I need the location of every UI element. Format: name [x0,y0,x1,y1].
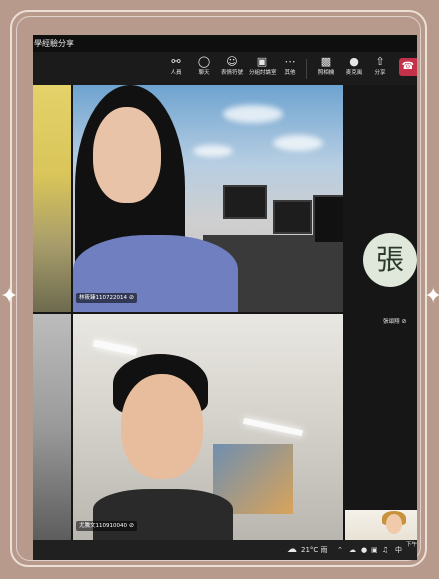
mic-icon: ● [349,55,359,68]
self-preview[interactable] [345,510,417,540]
face-shape [121,374,203,479]
video-tile-participant-1[interactable]: 林筱臻110722014 ⊘ [73,85,343,312]
share-button[interactable]: ⇧ 分享 [367,55,393,77]
mic-off-icon: ⊘ [401,318,407,325]
more-button[interactable]: ⋯ 其他 [277,55,303,77]
face-shape [386,514,402,534]
people-icon: ⚯ [171,55,181,68]
cloud-icon[interactable]: ☁ [349,540,356,560]
breakout-rooms-icon: ▣ [256,55,268,68]
ceiling-light-shape [243,417,303,437]
camera-icon: ▩ [320,55,332,68]
react-button[interactable]: ☺ 表情符號 [219,55,245,77]
monitor-shape [273,200,312,234]
pc-tower-shape [313,195,343,244]
cloud-shape [193,145,233,157]
chat-button[interactable]: ◯ 聊天 [191,55,217,77]
participant-name-tag: 尤騰文110910040 ⊘ [76,521,138,531]
network-icon[interactable]: ▣ [371,540,378,560]
tray-expand-icon[interactable]: ⌃ [337,540,343,560]
video-tile-partial [33,314,71,540]
clock[interactable]: 下午 [406,540,417,550]
cloud-shape [223,105,283,123]
monitor-shape [223,185,267,219]
mic-button[interactable]: ● 麥克風 [341,55,367,77]
ceiling-light-shape [92,339,138,356]
phone-hangup-icon: ☎ [401,61,415,72]
ime-icon[interactable]: 中 [395,540,402,560]
mic-tray-icon[interactable]: ● [361,540,367,560]
emoji-icon: ☺ [226,55,238,68]
audio-only-participant[interactable]: 張 張頌翔 ⊘ [345,85,417,465]
participant-name-tag: 林筱臻110722014 ⊘ [76,293,138,303]
meeting-toolbar: ⚯ 人員 ◯ 聊天 ☺ 表情符號 ▣ 分組討論室 ⋯ 其他 ▩ 照相機 ● 麥克… [33,52,417,85]
video-tile-partial [33,85,71,312]
leave-button[interactable]: ☎ [399,58,417,76]
video-tile-participant-2[interactable]: 尤騰文110910040 ⊘ [73,314,343,540]
toolbar-divider [306,59,307,79]
sparkle-icon: ✦ [0,284,19,309]
weather-icon: ☁ [287,544,297,555]
windows-taskbar: ☁ 21°C 雨 ⌃ ☁ ● ▣ ♫ 中 下午 [33,540,417,560]
participant-name: 張頌翔 ⊘ [383,318,407,325]
more-icon: ⋯ [284,55,296,68]
breakout-rooms-button[interactable]: ▣ 分組討論室 [249,55,277,77]
sparkle-icon: ✦ [424,284,439,309]
mic-off-icon: ⊘ [129,294,135,301]
chat-icon: ◯ [197,55,211,68]
weather-text[interactable]: 21°C 雨 [301,540,328,560]
avatar: 張 [363,233,417,287]
window-title: 學經驗分享 [33,35,417,52]
camera-button[interactable]: ▩ 照相機 [313,55,339,77]
face-shape [93,107,161,203]
volume-icon[interactable]: ♫ [382,540,388,560]
mic-off-icon: ⊘ [129,522,135,529]
people-button[interactable]: ⚯ 人員 [163,55,189,77]
video-grid: 林筱臻110722014 ⊘ 尤騰文110910040 ⊘ 張 張頌翔 ⊘ [33,85,417,540]
cloud-shape [273,135,323,151]
shirt-shape [93,489,233,540]
teams-window: 學經驗分享 ⚯ 人員 ◯ 聊天 ☺ 表情符號 ▣ 分組討論室 ⋯ 其他 ▩ 照相… [33,35,417,560]
share-icon: ⇧ [375,55,385,68]
